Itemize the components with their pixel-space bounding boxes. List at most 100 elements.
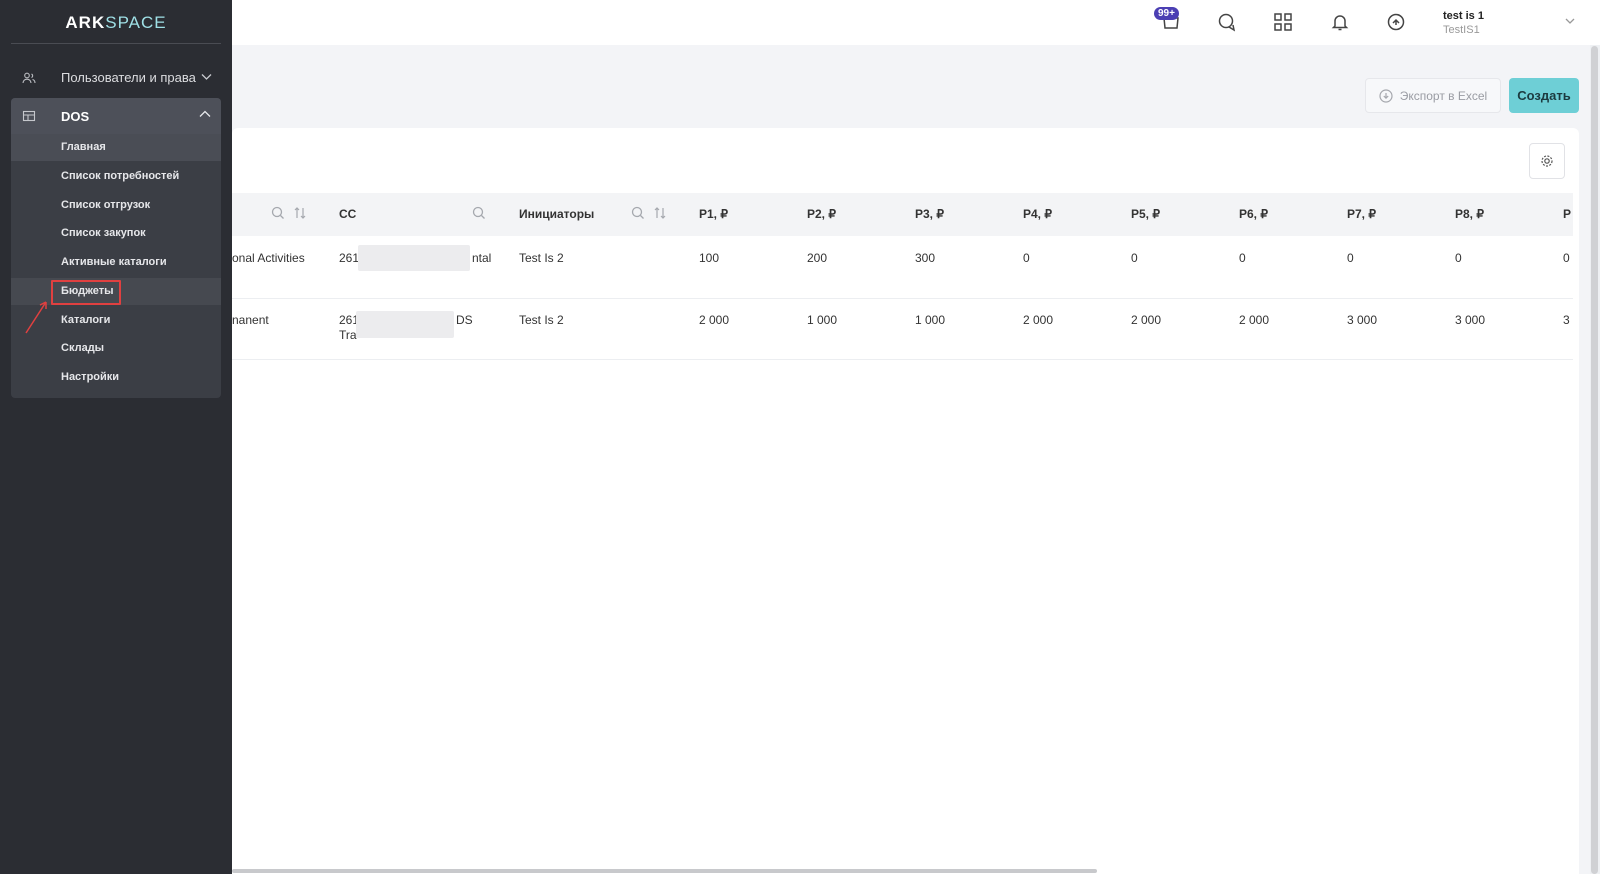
header-initiators: Инициаторы	[519, 207, 595, 221]
chat-button[interactable]	[1214, 9, 1240, 35]
cell-p5: 0	[1131, 251, 1138, 265]
sidebar-item-label: Склады	[61, 342, 105, 354]
cell-p5: 2 000	[1131, 313, 1162, 327]
search-icon[interactable]	[271, 206, 285, 220]
cell-p6: 0	[1239, 251, 1246, 265]
highlight-box	[51, 280, 121, 305]
cell-cc-line2: Tra	[339, 328, 357, 342]
cell-p6: 2 000	[1239, 313, 1270, 327]
cell-p3: 300	[915, 251, 936, 265]
search-icon[interactable]	[631, 206, 645, 220]
grid-icon	[1274, 13, 1292, 31]
sidebar-item-dos[interactable]: DOS	[11, 98, 221, 134]
sidebar-item-label: Список отгрузок	[61, 199, 151, 211]
sync-icon	[1387, 13, 1405, 31]
apps-button[interactable]	[1270, 9, 1296, 35]
header-p6: P6, ₽	[1239, 207, 1268, 221]
sidebar-item-label: Список потребностей	[61, 170, 180, 182]
sidebar-item-settings[interactable]: Настройки	[11, 364, 221, 391]
cell-p1: 2 000	[699, 313, 730, 327]
horizontal-scrollbar[interactable]	[232, 869, 1097, 873]
cell-p7: 0	[1347, 251, 1354, 265]
cell-cc-end: DS	[456, 313, 473, 327]
cell-p7: 3 000	[1347, 313, 1378, 327]
arrow-icon	[25, 301, 47, 334]
sidebar-item-warehouses[interactable]: Склады	[11, 335, 221, 362]
top-bar: 99+ test is 1 TestIS1	[0, 0, 1600, 45]
search-icon[interactable]	[472, 206, 486, 220]
dos-menu-panel: DOS Главная Список потребностей Список о…	[11, 98, 221, 398]
chevron-down-icon[interactable]	[1565, 16, 1575, 26]
table-row[interactable]: onal Activities 261 ntal Test Is 2 100 2…	[232, 236, 1573, 299]
sort-icon[interactable]	[293, 206, 307, 220]
sidebar-item-label: Список закупок	[61, 227, 146, 239]
logo-ark: ARK	[65, 13, 106, 32]
logo[interactable]: ARKSPACE	[0, 13, 232, 33]
table-header: CC Инициаторы P1, ₽ P2, ₽ P3, ₽ P4, ₽ P5…	[232, 193, 1573, 236]
cell-p9: 0	[1563, 251, 1570, 265]
redacted-block	[356, 311, 454, 338]
export-excel-button[interactable]: Экспорт в Excel	[1365, 78, 1501, 113]
header-p7: P7, ₽	[1347, 207, 1376, 221]
export-excel-label: Экспорт в Excel	[1399, 88, 1488, 103]
vertical-scrollbar[interactable]	[1591, 46, 1598, 874]
sidebar-item-needs[interactable]: Список потребностей	[11, 163, 221, 190]
header-p9: P	[1563, 207, 1572, 221]
sidebar-item-label: Активные каталоги	[61, 256, 167, 268]
sort-icon[interactable]	[653, 206, 667, 220]
cell-initiator: Test Is 2	[519, 251, 564, 265]
chat-icon	[1218, 13, 1236, 32]
users-icon	[22, 72, 36, 84]
sidebar-item-active-catalogs[interactable]: Активные каталоги	[11, 249, 221, 276]
table-row[interactable]: nanent 261 Tra DS Test Is 2 2 000 1 000 …	[232, 299, 1573, 360]
cell-p9: 3	[1563, 313, 1570, 327]
cell-name: nanent	[232, 313, 269, 327]
table-settings-button[interactable]	[1529, 143, 1565, 179]
cell-p8: 0	[1455, 251, 1462, 265]
user-login: TestIS1	[1443, 24, 1480, 36]
col1-header-tools	[271, 206, 307, 220]
logo-space: SPACE	[105, 13, 167, 32]
chevron-up-icon	[199, 110, 211, 117]
sidebar-item-users-rights[interactable]: Пользователи и права	[11, 64, 221, 92]
sidebar-item-main[interactable]: Главная	[11, 134, 221, 161]
initiators-header-tools	[631, 206, 667, 220]
cell-p2: 1 000	[807, 313, 838, 327]
header-p5: P5, ₽	[1131, 207, 1160, 221]
sidebar-item-label: DOS	[61, 109, 90, 124]
sidebar-item-label: Каталоги	[61, 314, 111, 326]
create-button[interactable]: Создать	[1509, 78, 1579, 113]
cc-header-tools	[472, 206, 486, 220]
cell-p8: 3 000	[1455, 313, 1486, 327]
cart-badge: 99+	[1154, 7, 1179, 20]
header-p3: P3, ₽	[915, 207, 944, 221]
cell-p4: 0	[1023, 251, 1030, 265]
cell-cc-end: ntal	[472, 251, 492, 265]
gear-icon	[1541, 155, 1553, 167]
table-icon	[22, 110, 36, 122]
cell-p4: 2 000	[1023, 313, 1054, 327]
header-p8: P8, ₽	[1455, 207, 1484, 221]
header-p4: P4, ₽	[1023, 207, 1052, 221]
user-menu[interactable]: test is 1 TestIS1	[1443, 9, 1484, 37]
cell-p2: 200	[807, 251, 828, 265]
cell-cc-start: 261	[339, 251, 360, 265]
sync-button[interactable]	[1383, 9, 1409, 35]
header-p1: P1, ₽	[699, 207, 728, 221]
notifications-button[interactable]	[1327, 9, 1353, 35]
header-p2: P2, ₽	[807, 207, 836, 221]
sidebar: ARKSPACE Пользователи и права DOS Главна…	[0, 0, 232, 874]
divider	[11, 43, 221, 44]
download-icon	[1379, 88, 1393, 103]
cart-button[interactable]: 99+	[1154, 7, 1184, 35]
redacted-block	[358, 245, 470, 271]
sidebar-item-purchases[interactable]: Список закупок	[11, 220, 221, 247]
cell-p3: 1 000	[915, 313, 946, 327]
sidebar-item-shipments[interactable]: Список отгрузок	[11, 192, 221, 219]
bell-icon	[1331, 15, 1349, 31]
cell-p1: 100	[699, 251, 720, 265]
cell-name: onal Activities	[232, 251, 305, 265]
chevron-down-icon	[201, 74, 212, 80]
header-cc: CC	[339, 207, 357, 221]
sidebar-item-label: Главная	[61, 141, 106, 153]
